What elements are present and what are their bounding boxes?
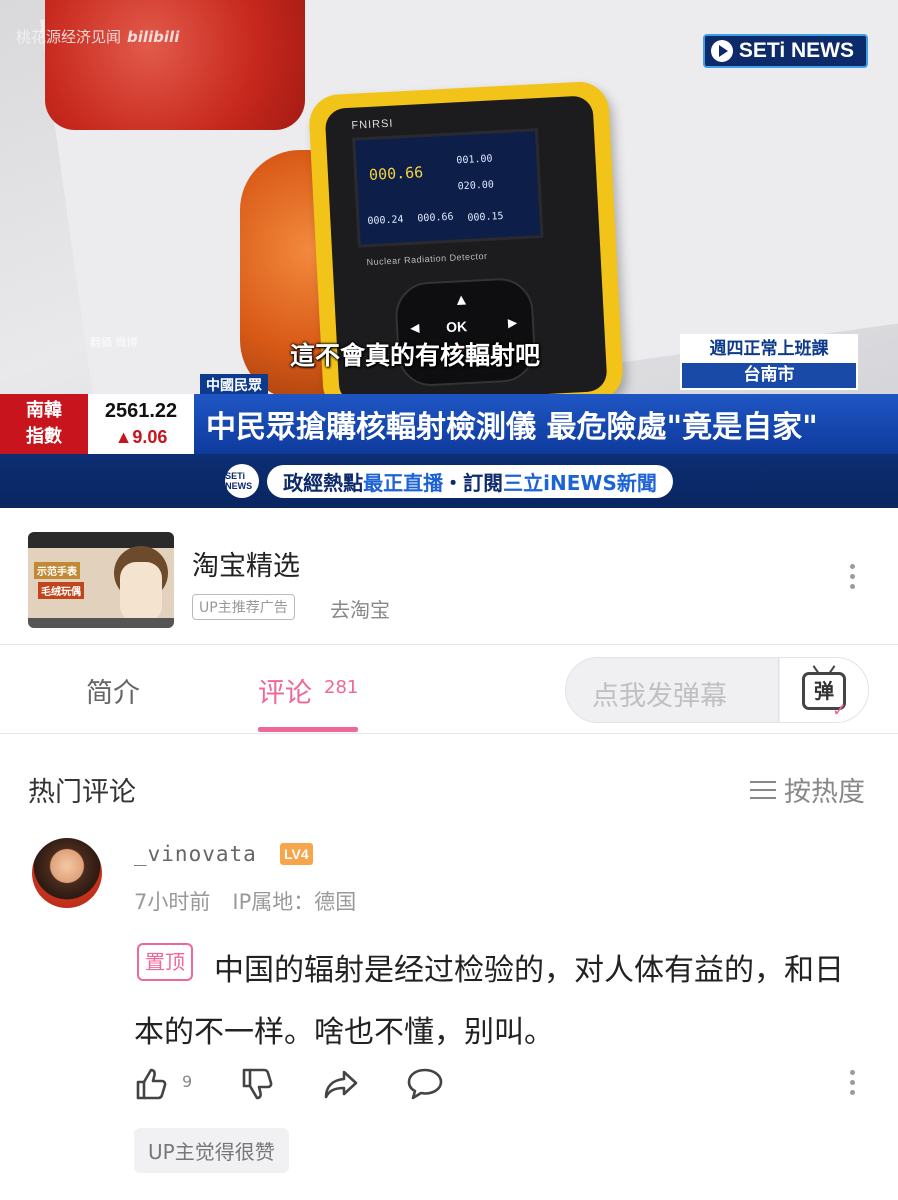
comment-text[interactable]: 中国的辐射是经过检验的，对人体有益的，和日本的不一样。啥也不懂，别叫。 [134,940,869,1064]
comment-meta: 7小时前 IP属地：德国 [134,886,356,916]
reply-icon[interactable] [406,1066,444,1102]
like-icon[interactable] [134,1066,170,1102]
reading-main: 000.66 [368,163,424,184]
video-player[interactable]: 桃花源经济见闻 bilibili SETi NEWS FNIRSI 000.66 … [0,0,898,508]
market-change: ▲9.06 [114,427,168,447]
tab-intro[interactable]: 简介 [86,671,140,710]
pinned-badge: 置顶 [137,943,193,981]
tab-bar: 简介 评论 281 点我发弹幕 弹 ✓ [0,645,898,733]
thumb-bottom-strip [28,618,174,628]
sort-label: 按热度 [784,777,865,808]
detector-screen: 000.66 001.00 020.00 000.24 000.66 000.1… [352,128,544,248]
thumb-doll-body [120,562,162,622]
tab-comments[interactable]: 评论 [258,671,312,710]
news-ticker: 南韓 指數 2561.22 ▲9.06 中民眾搶購核輻射檢測儀 最危險處"竟是自… [0,394,898,454]
avatar[interactable] [32,838,102,908]
sort-icon [750,780,776,799]
video-watermark: 桃花源经济见闻 bilibili [16,26,179,47]
ok-key: OK [445,318,468,336]
danmaku-input[interactable]: 点我发弹幕 弹 ✓ [565,657,869,723]
round-logo-text: SETi NEWS [225,471,253,491]
watermark-text: 桃花源经济见闻 [16,28,122,46]
promo-pill: 政經熱點最正直播・訂閱三立iNEWS新聞 [267,464,673,498]
thumb-label-1: 示范手表 [34,562,80,579]
market-name: 南韓 指數 [0,394,88,454]
location-line2: 台南市 [682,363,856,388]
news-topic-tag: 中國民眾 [200,374,268,396]
divider [0,733,898,734]
location-line1: 週四正常上班課 [682,336,856,363]
thumb-label-2: 毛绒玩偶 [38,582,84,599]
up-arrow-icon: ▲ [456,292,467,307]
market-index: 2561.22 [104,400,178,422]
reading-2: 001.00 [456,153,493,167]
news-promo-bar: SETi NEWS 政經熱點最正直播・訂閱三立iNEWS新聞 [0,454,898,508]
reading-4: 000.24 [367,214,404,228]
location-box: 週四正常上班課 台南市 [680,334,858,390]
detector-label: Nuclear Radiation Detector [366,250,488,268]
market-name-line2: 指數 [26,426,62,447]
comment-username[interactable]: _vinovata [134,842,257,866]
danmaku-divider [778,658,779,722]
right-arrow-icon: ▶ [507,315,518,330]
check-icon: ✓ [832,700,848,721]
channel-round-logo: SETi NEWS [225,464,260,498]
reading-3: 020.00 [457,179,495,193]
dislike-icon[interactable] [240,1066,276,1102]
channel-logo-text: SETi NEWS [738,39,854,62]
danmaku-icon-text: 弹 [814,679,834,703]
video-cup-object [45,0,305,130]
comment-actions: 9 [134,1066,864,1106]
ad-title[interactable]: 淘宝精选 [192,544,300,583]
left-arrow-icon: ◀ [409,320,420,336]
detector-brand: FNIRSI [351,117,394,132]
ad-thumbnail[interactable]: 示范手表 毛绒玩偶 [28,532,174,628]
reading-5: 000.66 [417,211,454,225]
like-count: 9 [182,1072,193,1091]
market-value: 2561.22 ▲9.06 [88,394,194,454]
active-tab-indicator [258,727,358,732]
market-name-line1: 南韓 [26,400,62,421]
promo-text-4: 三立iNEWS新聞 [503,470,657,495]
promo-text-2: 最正直播 [363,470,444,495]
share-icon[interactable] [322,1066,360,1102]
reading-6: 000.15 [467,211,504,224]
video-subtitle: 這不會真的有核輻射吧 [290,341,541,370]
ad-badge: UP主推荐广告 [192,594,295,620]
danmaku-placeholder[interactable]: 点我发弹幕 [592,674,727,713]
comment-count: 281 [324,677,359,698]
up-liked-badge: UP主觉得很赞 [134,1128,289,1173]
bilibili-logo: bilibili [127,28,180,46]
hot-comments-title: 热门评论 [28,777,136,808]
ad-card[interactable]: 示范手表 毛绒玩偶 淘宝精选 UP主推荐广告 去淘宝 [0,508,898,644]
sort-button[interactable]: 按热度 [750,770,865,809]
comment-time: 7小时前 [134,890,211,914]
channel-logo: SETi NEWS [702,34,868,68]
comment-more-icon[interactable] [849,1070,855,1095]
thumb-strip [28,532,174,548]
news-headline: 中民眾搶購核輻射檢測儀 最危險處"竟是自家" [194,394,898,454]
source-tag: 翻攝 微博 [90,336,138,349]
play-icon [710,40,733,62]
promo-text-3: ・訂閱 [443,470,504,495]
promo-text-1: 政經熱點 [283,470,364,495]
level-badge: LV4 [280,843,313,865]
ad-more-icon[interactable] [849,564,855,589]
comment-ip: IP属地：德国 [232,890,357,914]
go-taobao-link[interactable]: 去淘宝 [330,594,390,623]
